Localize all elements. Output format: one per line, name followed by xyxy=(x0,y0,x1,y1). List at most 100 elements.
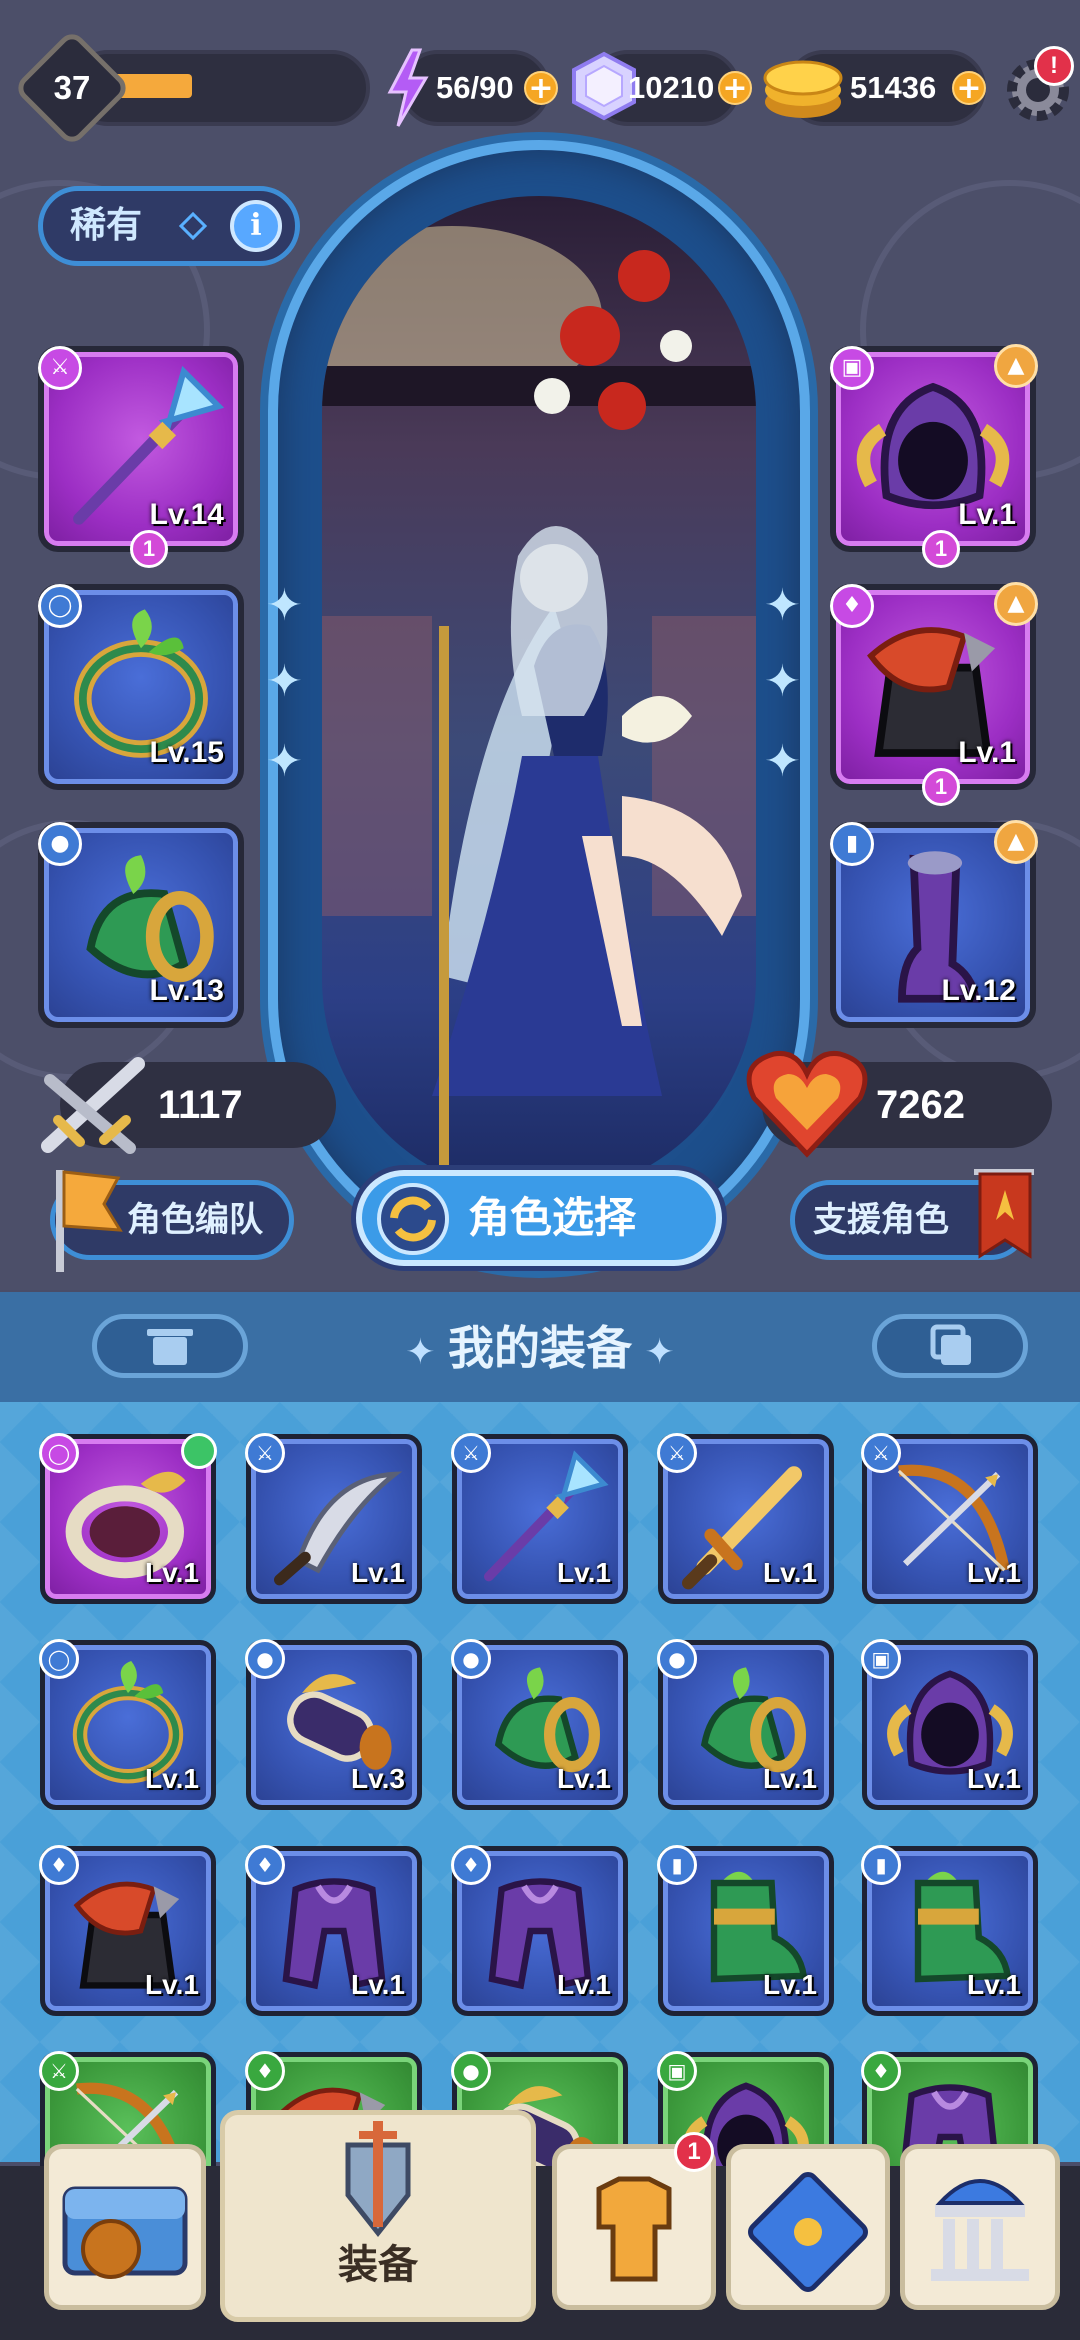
gold-value: 51436 xyxy=(850,70,937,105)
sparkle-icon: ✦ xyxy=(266,580,303,631)
character-portrait[interactable] xyxy=(322,196,756,1196)
slot-level: Lv.12 xyxy=(941,974,1017,1007)
slot-type-icon: ▮ xyxy=(830,822,874,866)
treasure-chest-icon xyxy=(62,2186,188,2279)
inventory-item[interactable]: ♦ Lv.1 xyxy=(245,1845,422,2016)
multi-select-button[interactable] xyxy=(872,1314,1028,1378)
item-level: Lv.1 xyxy=(557,1969,611,2000)
equipped-slot-right-3[interactable]: ▮ ▲ Lv.12 xyxy=(830,820,1038,1028)
inventory-item[interactable]: ● Lv.1 xyxy=(451,1639,628,1810)
slot-count-badge: 1 xyxy=(922,530,960,568)
gems-value: 10210 xyxy=(628,70,715,105)
item-type-icon: ● xyxy=(451,2051,491,2091)
info-button[interactable]: i xyxy=(230,200,282,252)
item-type-icon: ▣ xyxy=(657,2051,697,2091)
energy-plus-button[interactable]: + xyxy=(524,71,558,105)
shield-sword-icon xyxy=(345,2121,411,2238)
item-type-icon: ♦ xyxy=(245,2051,285,2091)
inventory-item[interactable]: ▮ Lv.1 xyxy=(861,1845,1038,2016)
inventory-item[interactable]: ▮ Lv.1 xyxy=(657,1845,834,2016)
inventory-item[interactable]: ⚔ Lv.1 xyxy=(245,1433,422,1604)
heart-icon xyxy=(746,1050,868,1158)
slot-level: Lv.13 xyxy=(149,974,225,1007)
item-type-icon: ● xyxy=(451,1639,491,1679)
nav-skills-tab[interactable] xyxy=(726,2144,890,2310)
equipped-slot-left-2[interactable]: ◯ Lv.15 xyxy=(38,584,244,790)
character-select-label: 角色选择 xyxy=(468,1193,637,1242)
gems-plus-button[interactable]: + xyxy=(718,71,752,105)
slot-level: Lv.14 xyxy=(149,498,225,531)
attack-value: 1117 xyxy=(158,1083,243,1127)
inventory-item[interactable]: ♦ Lv.1 xyxy=(451,1845,628,2016)
equipped-slot-right-1[interactable]: ▣ ▲ Lv.1 1 xyxy=(830,344,1038,568)
inventory-item[interactable]: ⚔ Lv.1 xyxy=(451,1433,628,1604)
item-type-icon: ⚔ xyxy=(245,1433,285,1473)
sparkle-icon: ✦ xyxy=(764,736,801,787)
slot-level: Lv.1 xyxy=(958,498,1016,531)
item-type-icon: ⚔ xyxy=(451,1433,491,1473)
item-type-icon: ⚔ xyxy=(861,1433,901,1473)
inventory-item[interactable]: ▣ Lv.1 xyxy=(861,1639,1038,1810)
armor-icon xyxy=(596,2176,672,2282)
item-level: Lv.1 xyxy=(557,1763,611,1794)
inventory-item[interactable]: ◯ Lv.1 xyxy=(39,1639,216,1810)
crossed-swords-icon xyxy=(41,1057,145,1154)
inventory-item[interactable]: ♦ Lv.1 xyxy=(39,1845,216,2016)
item-type-icon: ♦ xyxy=(861,2051,901,2091)
temple-icon xyxy=(931,2179,1029,2281)
sparkle-icon: ✦ xyxy=(764,656,801,707)
item-level: Lv.3 xyxy=(351,1763,405,1794)
inventory-item[interactable]: ⚔ Lv.1 xyxy=(657,1433,834,1604)
equipped-slot-left-3[interactable]: ● Lv.13 xyxy=(38,822,244,1028)
equipped-slot-right-2[interactable]: ♦ ▲ Lv.1 1 xyxy=(830,582,1038,806)
left-arrow-ornament: ✦ xyxy=(405,1332,448,1373)
flag-icon xyxy=(56,1170,123,1272)
right-arrow-ornament: ✦ xyxy=(632,1332,675,1373)
hero-alert-badge: 1 xyxy=(674,2132,714,2172)
swap-arrows-icon xyxy=(377,1183,449,1255)
item-level: Lv.1 xyxy=(763,1763,817,1794)
slot-type-icon: ▣ xyxy=(830,346,874,390)
rank-up-icon: ▲ xyxy=(994,344,1038,388)
inventory-item[interactable]: ◯ Lv.1 xyxy=(39,1433,217,1604)
new-item-icon xyxy=(181,1433,217,1469)
slot-type-icon: ◯ xyxy=(38,584,82,628)
nav-equipment-tab[interactable] xyxy=(220,2110,536,2322)
nav-equipment-label: 装备 xyxy=(338,2242,418,2288)
gold-plus-button[interactable]: + xyxy=(952,71,986,105)
item-level: Lv.1 xyxy=(351,1969,405,2000)
rank-up-icon: ▲ xyxy=(994,820,1038,864)
rank-up-icon: ▲ xyxy=(994,582,1038,626)
item-level: Lv.1 xyxy=(351,1557,405,1588)
banner-icon xyxy=(974,1169,1034,1259)
inventory-item[interactable]: ⚔ Lv.1 xyxy=(861,1433,1038,1604)
slot-type-icon: ⚔ xyxy=(38,346,82,390)
nav-shop-tab[interactable] xyxy=(44,2144,206,2310)
item-type-icon: ♦ xyxy=(39,1845,79,1885)
item-level: Lv.1 xyxy=(763,1969,817,2000)
energy-icon xyxy=(387,48,429,127)
equipped-slot-left-1[interactable]: ⚔ Lv.14 1 xyxy=(38,346,244,568)
item-level: Lv.1 xyxy=(145,1763,199,1794)
inventory-item[interactable]: ● Lv.1 xyxy=(657,1639,834,1810)
item-level: Lv.1 xyxy=(145,1969,199,2000)
item-level: Lv.1 xyxy=(763,1557,817,1588)
slot-count-badge: 1 xyxy=(922,768,960,806)
item-type-icon: ⚔ xyxy=(39,2051,79,2091)
sparkle-icon: ✦ xyxy=(764,580,801,631)
item-level: Lv.1 xyxy=(557,1557,611,1588)
item-type-icon: ▣ xyxy=(861,1639,901,1679)
rarity-label: 稀有 xyxy=(70,205,143,246)
item-type-icon: ◯ xyxy=(39,1639,79,1679)
gold-coin-icon xyxy=(763,60,843,118)
character-art xyxy=(322,226,756,1196)
item-type-icon: ● xyxy=(657,1639,697,1679)
inventory-item[interactable]: ● Lv.3 xyxy=(245,1639,422,1810)
nav-guild-tab[interactable] xyxy=(900,2144,1060,2310)
health-value: 7262 xyxy=(876,1083,965,1127)
compass-icon xyxy=(748,2172,868,2292)
item-level: Lv.1 xyxy=(145,1557,199,1588)
energy-value: 56/90 xyxy=(436,70,514,105)
slot-level: Lv.15 xyxy=(149,736,225,769)
item-type-icon: ♦ xyxy=(451,1845,491,1885)
